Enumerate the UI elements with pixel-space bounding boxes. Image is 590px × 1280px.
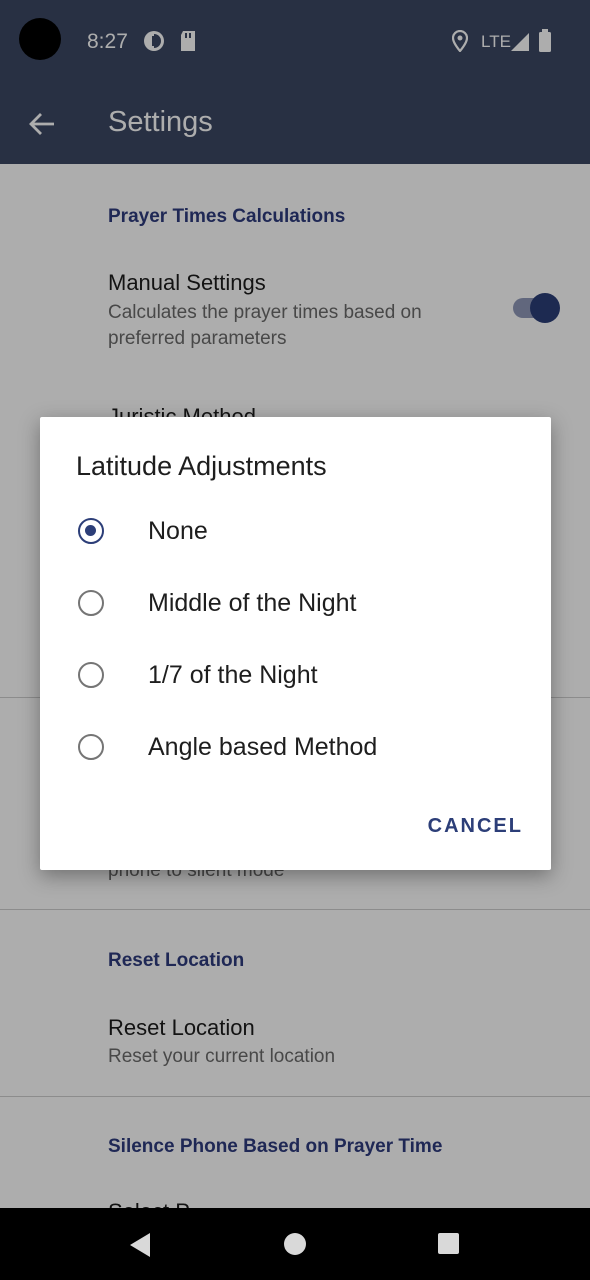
nav-recents-icon[interactable]	[437, 1232, 460, 1260]
option-middle-of-night[interactable]: Middle of the Night	[40, 569, 551, 641]
nav-home-icon[interactable]	[283, 1232, 307, 1261]
radio-selected-icon[interactable]	[78, 518, 104, 544]
option-label: Angle based Method	[148, 733, 378, 761]
option-angle-based[interactable]: Angle based Method	[40, 713, 551, 785]
option-none[interactable]: None	[40, 497, 551, 569]
cancel-button[interactable]: CANCEL	[428, 815, 523, 838]
option-label: 1/7 of the Night	[148, 661, 318, 689]
latitude-adjustments-dialog: Latitude Adjustments None Middle of the …	[40, 417, 551, 870]
option-label: Middle of the Night	[148, 589, 357, 617]
nav-back-icon[interactable]	[128, 1232, 152, 1263]
option-one-seventh-night[interactable]: 1/7 of the Night	[40, 641, 551, 713]
radio-unselected-icon[interactable]	[78, 590, 104, 616]
dialog-title: Latitude Adjustments	[76, 451, 327, 481]
option-label: None	[148, 517, 208, 545]
navigation-bar	[0, 1208, 590, 1280]
radio-unselected-icon[interactable]	[78, 734, 104, 760]
radio-unselected-icon[interactable]	[78, 662, 104, 688]
